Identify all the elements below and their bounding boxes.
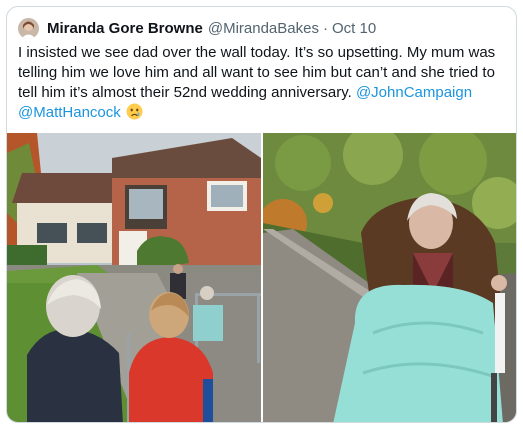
- photo-dad-in-wheelchair[interactable]: [263, 133, 516, 422]
- author-handle[interactable]: @MirandaBakes: [208, 20, 319, 37]
- tweet-header: Miranda Gore Browne @MirandaBakes · Oct …: [18, 17, 376, 39]
- mention-johncampaign[interactable]: @JohnCampaign: [356, 84, 472, 101]
- separator-dot: ·: [322, 19, 328, 37]
- mention-matthancock[interactable]: @MattHancock: [18, 104, 121, 121]
- author-name[interactable]: Miranda Gore Browne: [47, 20, 203, 37]
- tweet-text-space: [121, 104, 125, 121]
- crying-face-icon: [126, 103, 143, 120]
- tweet-text: I insisted we see dad over the wall toda…: [18, 43, 512, 123]
- photo-over-the-wall[interactable]: [7, 133, 261, 422]
- tweet-media: [7, 133, 516, 422]
- tweet-date[interactable]: Oct 10: [332, 20, 376, 37]
- tweet-card[interactable]: Miranda Gore Browne @MirandaBakes · Oct …: [6, 6, 517, 423]
- avatar[interactable]: [18, 17, 39, 39]
